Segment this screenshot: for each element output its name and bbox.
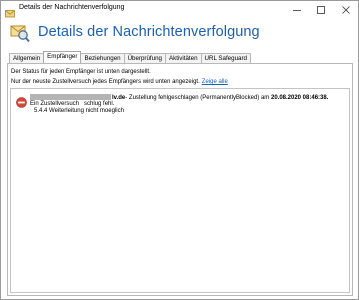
maximize-icon [317,6,325,14]
tab-empfaenger[interactable]: Empfänger [43,51,82,63]
delivery-error-detail: 5.4.4 Weiterleitung nicht moeglich [34,108,124,114]
tracking-details-window: Details der Nachrichtenverfolgung Detail… [0,0,359,300]
delivery-attempt-label: Ein Zustellversuch [30,101,80,107]
delivery-attempt-text: Ein Zustellversuch schlug fehl. [30,101,114,107]
delivery-timestamp: 20.08.2020 08:46:38. [270,95,329,101]
tab-ueberpruefung[interactable]: Überprüfung [123,53,166,63]
page-title: Details der Nachrichtenverfolgung [38,24,260,40]
delivery-attempt-result: schlug fehl. [84,101,115,107]
window-title: Details der Nachrichtenverfolgung [19,4,125,11]
tab-content-empfaenger: Der Status für jeden Empfänger ist unten… [7,63,353,296]
error-blocked-icon [16,95,27,108]
title-bar: Details der Nachrichtenverfolgung [1,1,358,19]
envelope-icon [5,5,15,18]
minimize-icon [293,10,301,11]
recipient-entry: lv.de- Zustellung fehlgeschlagen (Perman… [30,94,328,101]
redacted-recipient-address [30,94,111,100]
close-button[interactable] [334,1,358,19]
show-all-link[interactable]: Zeige alle [202,79,228,85]
tab-beziehungen[interactable]: Beziehungen [80,53,125,63]
tab-bar: Allgemein Empfänger Beziehungen Überprüf… [9,51,251,63]
tab-url-safeguard[interactable]: URL Safeguard [200,53,251,63]
status-description: Der Status für jeden Empfänger ist unten… [11,69,151,75]
recent-attempt-note: Nur der neuste Zustellversuch jedes Empf… [11,79,228,85]
minimize-button[interactable] [285,1,309,19]
tab-aktivitaeten[interactable]: Aktivitäten [164,53,202,63]
recipient-list[interactable]: lv.de- Zustellung fehlgeschlagen (Perman… [10,88,350,293]
dialog-header: Details der Nachrichtenverfolgung [1,19,358,47]
close-icon [342,6,350,14]
maximize-button[interactable] [309,1,333,19]
tab-allgemein[interactable]: Allgemein [9,53,45,63]
delivery-status-message: - Zustellung fehlgeschlagen (Permanently… [125,95,271,101]
recent-attempt-text: Nur der neuste Zustellversuch jedes Empf… [11,79,200,85]
magnifier-envelope-icon [10,23,30,43]
